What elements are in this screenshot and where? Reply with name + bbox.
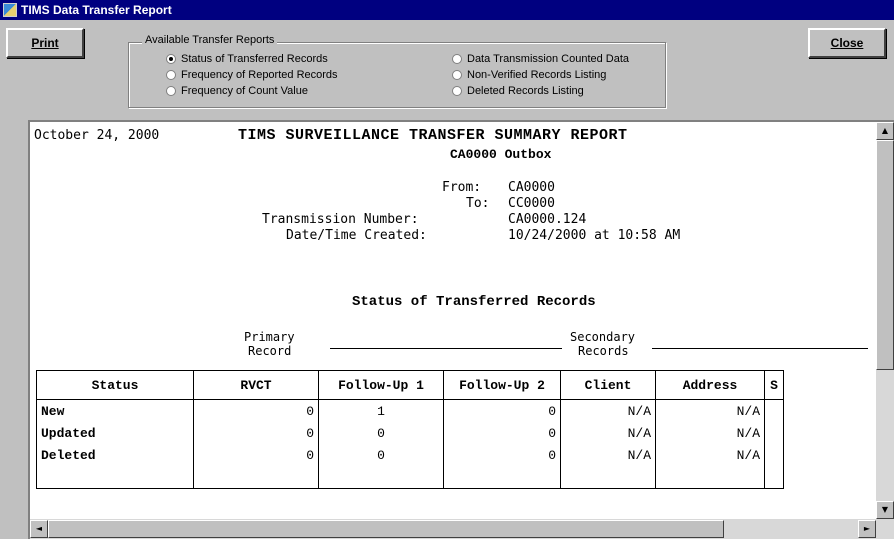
close-button[interactable]: Close — [808, 28, 886, 58]
filler-cell — [560, 466, 656, 489]
row-status: Deleted — [36, 444, 194, 466]
primary-rule — [330, 348, 562, 349]
radio-frequency-count[interactable]: Frequency of Count Value — [166, 84, 308, 98]
title-bar[interactable]: TIMS Data Transfer Report — [0, 0, 894, 20]
scroll-right-icon[interactable]: ► — [858, 520, 876, 538]
filler-cell — [655, 466, 765, 489]
status-table: Status RVCT Follow-Up 1 Follow-Up 2 Clie… — [36, 370, 784, 489]
report-window: TIMS Data Transfer Report Print Close Av… — [0, 0, 894, 539]
cell-address: N/A — [655, 399, 765, 422]
horizontal-scrollbar[interactable]: ◄ ► — [30, 519, 894, 539]
cell-follow-up-1: 0 — [318, 444, 444, 466]
transmission-value: CA0000.124 — [508, 212, 587, 227]
transfer-reports-legend: Available Transfer Reports — [142, 34, 278, 46]
primary-label-2: Record — [248, 344, 292, 358]
cell-follow-up-2: 0 — [443, 444, 561, 466]
created-value: 10/24/2000 at 10:58 AM — [508, 228, 681, 243]
window-title: TIMS Data Transfer Report — [21, 3, 172, 17]
header-client: Client — [560, 370, 656, 400]
cell-rvct: 0 — [193, 422, 319, 444]
cell-client: N/A — [560, 422, 656, 444]
cell-clipped — [764, 422, 784, 444]
table-row: New 0 1 0 N/A N/A — [36, 399, 784, 422]
row-status: Updated — [36, 422, 194, 444]
from-value: CA0000 — [508, 180, 555, 195]
cell-clipped — [764, 444, 784, 466]
report-viewer[interactable]: October 24, 2000 TIMS SURVEILLANCE TRANS… — [28, 120, 894, 539]
filler-cell — [193, 466, 319, 489]
to-value: CC0000 — [508, 196, 555, 211]
radio-status-transferred[interactable]: Status of Transferred Records — [166, 52, 328, 66]
created-label: Date/Time Created: — [286, 228, 427, 243]
filler-cell — [443, 466, 561, 489]
secondary-rule — [652, 348, 868, 349]
header-follow-up-2: Follow-Up 2 — [443, 370, 561, 400]
radio-label: Status of Transferred Records — [181, 53, 328, 65]
table-header-row: Status RVCT Follow-Up 1 Follow-Up 2 Clie… — [36, 370, 784, 400]
header-follow-up-1: Follow-Up 1 — [318, 370, 444, 400]
close-button-label: Close — [830, 36, 864, 50]
scroll-left-icon[interactable]: ◄ — [30, 520, 48, 538]
table-filler-row — [36, 466, 784, 489]
report-date: October 24, 2000 — [34, 128, 160, 143]
radio-selected-icon — [166, 54, 176, 64]
print-button-label: Print — [31, 36, 59, 50]
cell-address: N/A — [655, 444, 765, 466]
cell-follow-up-1: 0 — [318, 422, 444, 444]
filler-cell — [764, 466, 784, 489]
radio-unselected-icon — [166, 70, 176, 80]
section-title: Status of Transferred Records — [352, 294, 596, 310]
radio-unselected-icon — [452, 70, 462, 80]
cell-client: N/A — [560, 444, 656, 466]
radio-label: Data Transmission Counted Data — [467, 53, 630, 65]
to-label: To: — [466, 196, 490, 211]
radio-non-verified[interactable]: Non-Verified Records Listing — [452, 68, 606, 82]
cell-follow-up-2: 0 — [443, 422, 561, 444]
cell-address: N/A — [655, 422, 765, 444]
cell-rvct: 0 — [193, 399, 319, 422]
header-rvct: RVCT — [193, 370, 319, 400]
radio-label: Frequency of Count Value — [181, 85, 308, 97]
cell-rvct: 0 — [193, 444, 319, 466]
radio-unselected-icon — [166, 86, 176, 96]
cell-client: N/A — [560, 399, 656, 422]
scroll-up-icon[interactable]: ▲ — [876, 122, 894, 140]
filler-cell — [36, 466, 194, 489]
app-icon — [3, 3, 17, 17]
radio-deleted-records[interactable]: Deleted Records Listing — [452, 84, 584, 98]
report-subtitle: CA0000 Outbox — [450, 147, 552, 162]
header-status: Status — [36, 370, 194, 400]
cell-follow-up-2: 0 — [443, 399, 561, 422]
print-button[interactable]: Print — [6, 28, 84, 58]
table-row: Deleted 0 0 0 N/A N/A — [36, 444, 784, 466]
header-clipped: S — [764, 370, 784, 400]
radio-label: Deleted Records Listing — [467, 85, 584, 97]
radio-data-transmission[interactable]: Data Transmission Counted Data — [452, 52, 629, 66]
radio-unselected-icon — [452, 86, 462, 96]
filler-cell — [318, 466, 444, 489]
radio-label: Frequency of Reported Records — [181, 69, 338, 81]
row-status: New — [36, 399, 194, 422]
vertical-scrollbar[interactable]: ▲ ▼ — [876, 122, 894, 519]
report-page: October 24, 2000 TIMS SURVEILLANCE TRANS… — [30, 122, 868, 519]
transmission-label: Transmission Number: — [262, 212, 419, 227]
scroll-down-icon[interactable]: ▼ — [876, 501, 894, 519]
secondary-label-2: Records — [578, 344, 629, 358]
vertical-scroll-thumb[interactable] — [876, 140, 894, 370]
radio-unselected-icon — [452, 54, 462, 64]
from-label: From: — [442, 180, 482, 195]
radio-label: Non-Verified Records Listing — [467, 69, 607, 81]
header-address: Address — [655, 370, 765, 400]
primary-label-1: Primary — [244, 330, 295, 344]
report-title: TIMS SURVEILLANCE TRANSFER SUMMARY REPOR… — [238, 127, 628, 144]
table-row: Updated 0 0 0 N/A N/A — [36, 422, 784, 444]
secondary-label-1: Secondary — [570, 330, 636, 344]
horizontal-scroll-thumb[interactable] — [48, 520, 724, 538]
radio-frequency-reported[interactable]: Frequency of Reported Records — [166, 68, 338, 82]
cell-follow-up-1: 1 — [318, 399, 444, 422]
cell-clipped — [764, 399, 784, 422]
